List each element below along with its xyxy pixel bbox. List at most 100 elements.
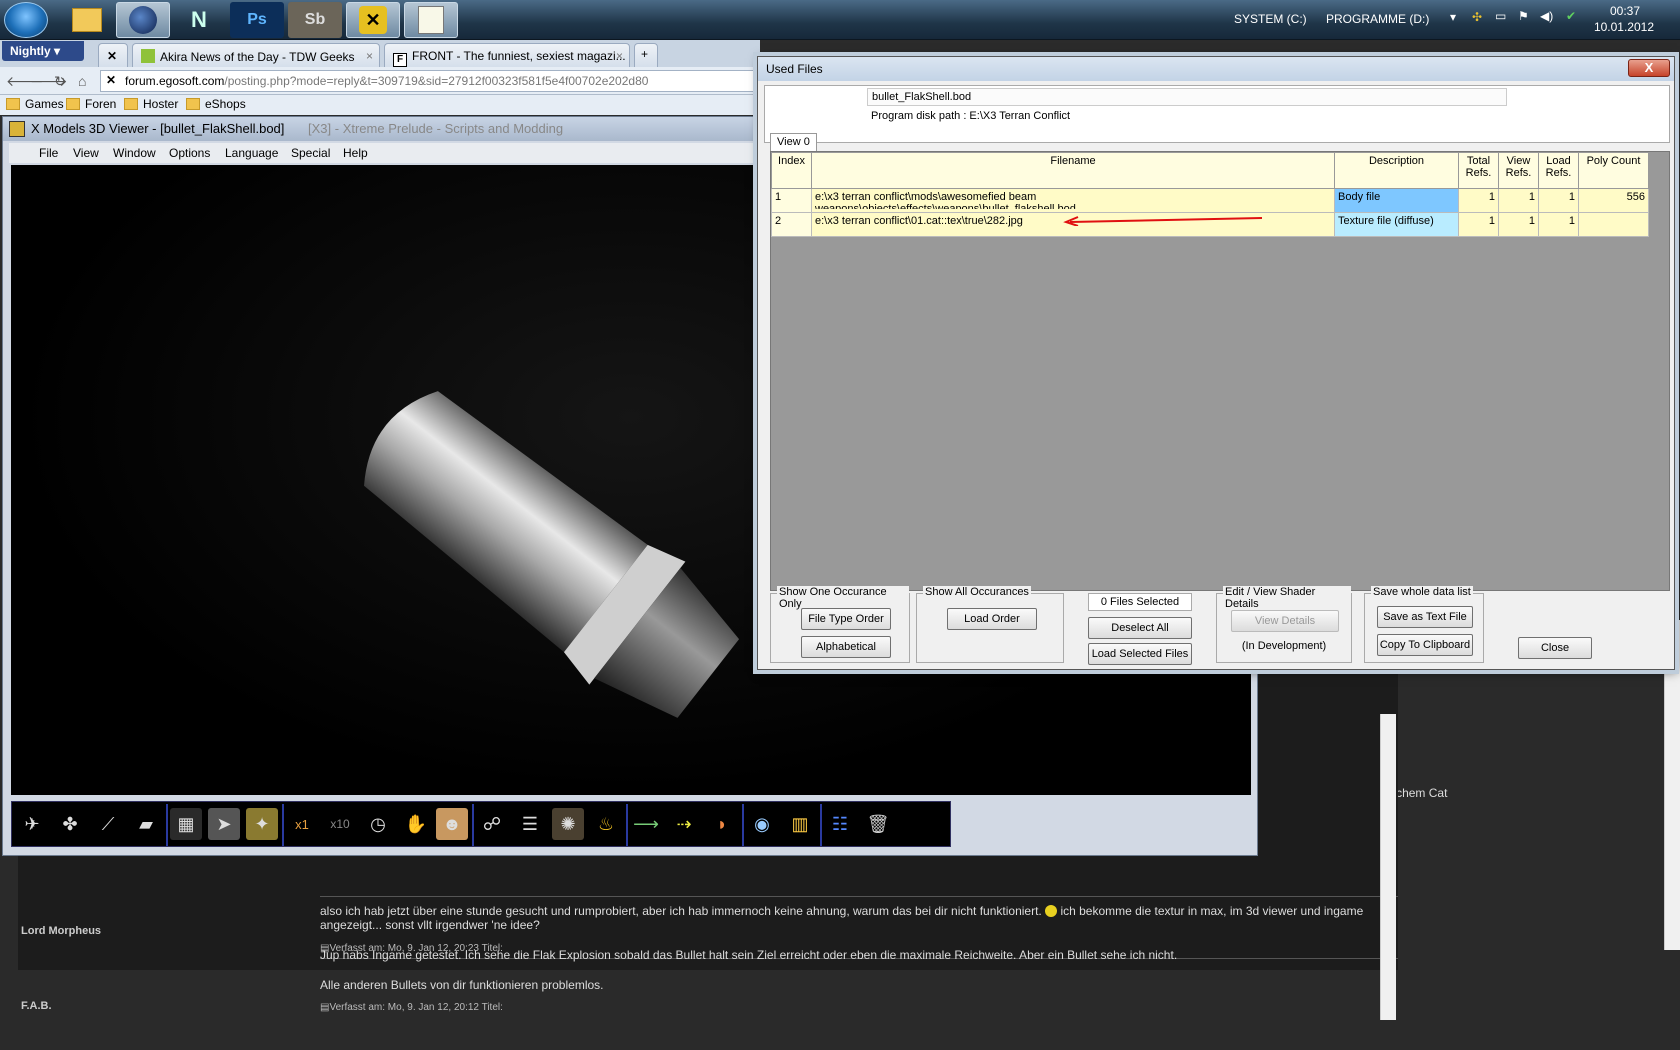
drive-programme-label[interactable]: PROGRAMME (D:) (1326, 12, 1429, 26)
tab-view-0[interactable]: View 0 (770, 133, 817, 151)
hand-icon[interactable]: ✋ (400, 808, 432, 840)
bookmark-eshops[interactable]: eShops (186, 97, 246, 111)
file-name-field[interactable]: bullet_FlakShell.bod (867, 88, 1507, 106)
menu-language[interactable]: Language (225, 146, 278, 160)
rotate-x1-button[interactable]: x1 (286, 808, 318, 840)
row-filename-line2: weapons\objects\effects\weapons\bullet_f… (815, 203, 1076, 209)
copy-to-clipboard-button[interactable]: Copy To Clipboard (1377, 634, 1473, 656)
close-tab-icon[interactable]: × (616, 49, 623, 63)
row-load-refs: 1 (1538, 212, 1579, 237)
menu-special[interactable]: Special (291, 146, 330, 160)
col-index[interactable]: Index (771, 152, 812, 189)
cat-icon[interactable]: ☻ (436, 808, 468, 840)
trash-icon[interactable]: 🗑 (862, 808, 894, 840)
tray-expand-icon[interactable]: ▾ (1450, 10, 1456, 24)
bookmark-label: Games (25, 97, 64, 111)
lightbulb-icon[interactable]: ♨ (590, 808, 622, 840)
tab-front[interactable]: F FRONT - The funniest, sexiest magazi...… (384, 43, 630, 67)
col-poly-count[interactable]: Poly Count (1578, 152, 1649, 189)
clock-date[interactable]: 10.01.2012 (1594, 20, 1654, 34)
new-tab-button[interactable]: + (634, 43, 658, 67)
wand-icon[interactable]: ⟋ (92, 808, 124, 840)
row-index: 1 (771, 188, 812, 213)
home-icon[interactable]: ⌂ (78, 73, 86, 89)
save-as-text-file-button[interactable]: Save as Text File (1377, 606, 1473, 628)
bookmark-foren[interactable]: Foren (66, 97, 116, 111)
forum-scrollbar[interactable] (1380, 714, 1396, 1020)
col-description[interactable]: Description (1334, 152, 1459, 189)
load-order-button[interactable]: Load Order (947, 608, 1037, 630)
soundbooth-taskbar-button[interactable]: Sb (288, 2, 342, 38)
post-author[interactable]: F.A.B. (21, 1000, 52, 1012)
tray-app-icon[interactable]: ✣ (1472, 10, 1482, 24)
row-total-refs: 1 (1458, 212, 1499, 237)
clock-time[interactable]: 00:37 (1610, 4, 1640, 18)
lights-icon[interactable]: ✺ (552, 808, 584, 840)
rotate-x10-button[interactable]: x10 (324, 808, 356, 840)
grid-icon[interactable]: ▦ (170, 808, 202, 840)
eye-icon[interactable]: ◉ (746, 808, 778, 840)
list-icon[interactable]: ☷ (824, 808, 856, 840)
bookmark-games[interactable]: Games (6, 97, 64, 111)
menu-window[interactable]: Window (113, 146, 156, 160)
menu-options[interactable]: Options (169, 146, 210, 160)
used-files-title-bar[interactable]: Used Files X (758, 57, 1674, 81)
close-tab-icon[interactable]: × (366, 49, 373, 63)
site-identity-icon[interactable]: ✕ (106, 73, 116, 87)
browser-tab-strip: Nightly ▾ ✕ Akira News of the Day - TDW … (0, 40, 760, 67)
deselect-all-button[interactable]: Deselect All (1088, 617, 1192, 639)
view-details-button[interactable]: View Details (1231, 610, 1339, 632)
url-field[interactable]: ✕ forum.egosoft.com/posting.php?mode=rep… (100, 70, 760, 92)
close-icon[interactable]: X (1628, 59, 1670, 77)
tab-tdw-geeks[interactable]: Akira News of the Day - TDW Geeks × (132, 43, 380, 67)
ruler-icon[interactable]: ▰ (130, 808, 162, 840)
nightly-menu-label: Nightly (10, 44, 51, 58)
shield-icon[interactable]: ◗ (706, 808, 738, 840)
sliders-icon[interactable]: ☰ (514, 808, 546, 840)
beam-icon[interactable]: ⇢ (668, 808, 700, 840)
nightly-taskbar-button[interactable] (116, 2, 170, 38)
load-selected-files-button[interactable]: Load Selected Files (1088, 643, 1192, 665)
sync-icon[interactable]: ✔ (1566, 9, 1576, 23)
notepad-taskbar-button[interactable]: N (172, 2, 226, 38)
group-shader-label: Edit / View Shader Details (1223, 586, 1351, 610)
drive-system-label[interactable]: SYSTEM (C:) (1234, 12, 1307, 26)
reload-icon[interactable]: ↻ (54, 73, 66, 90)
network-icon[interactable]: ▭ (1495, 9, 1506, 23)
folder-icon (6, 98, 20, 110)
bullet-model (364, 391, 740, 718)
menu-view[interactable]: View (73, 146, 99, 160)
tab-egosoft[interactable]: ✕ (98, 43, 128, 67)
post-text-2: Jup habs Ingame getestet. Ich sehe die F… (320, 948, 1178, 962)
col-load-refs[interactable]: Load Refs. (1538, 152, 1579, 189)
clock-icon[interactable]: ◷ (362, 808, 394, 840)
flag-icon[interactable]: ⚑ (1518, 9, 1529, 23)
col-filename[interactable]: Filename (811, 152, 1335, 189)
file-type-order-button[interactable]: File Type Order (801, 608, 891, 630)
soundbooth-icon: Sb (304, 11, 326, 28)
volume-icon[interactable]: ◀) (1540, 9, 1553, 23)
start-button[interactable] (4, 2, 48, 38)
close-button[interactable]: Close (1518, 637, 1592, 659)
menu-help[interactable]: Help (343, 146, 368, 160)
bottles-icon[interactable]: ▥ (784, 808, 816, 840)
skeleton-icon[interactable]: ☍ (476, 808, 508, 840)
bookmark-hoster[interactable]: Hoster (124, 97, 178, 111)
ship-icon[interactable]: ✈ (16, 808, 48, 840)
bookmark-label: Foren (85, 97, 117, 111)
menu-file[interactable]: File (39, 146, 58, 160)
alphabetical-button[interactable]: Alphabetical (801, 636, 891, 658)
laser-icon[interactable]: ⟶ (630, 808, 662, 840)
x3-viewer-taskbar-button[interactable]: ✕ (346, 2, 400, 38)
explorer-taskbar-button[interactable] (60, 2, 114, 38)
col-total-refs[interactable]: Total Refs. (1458, 152, 1499, 189)
monitor-taskbar-button[interactable] (404, 2, 458, 38)
model-icon[interactable]: ✦ (246, 808, 278, 840)
ship-render-icon[interactable]: ➤ (208, 808, 240, 840)
propeller-icon[interactable]: ✤ (54, 808, 86, 840)
post-author[interactable]: Lord Morpheus (21, 925, 101, 937)
col-view-refs[interactable]: View Refs. (1498, 152, 1539, 189)
photoshop-taskbar-button[interactable]: Ps (230, 2, 284, 38)
table-row[interactable]: 1 e:\x3 terran conflict\mods\awesomefied… (771, 188, 1649, 213)
nightly-menu-button[interactable]: Nightly ▾ (2, 41, 84, 61)
